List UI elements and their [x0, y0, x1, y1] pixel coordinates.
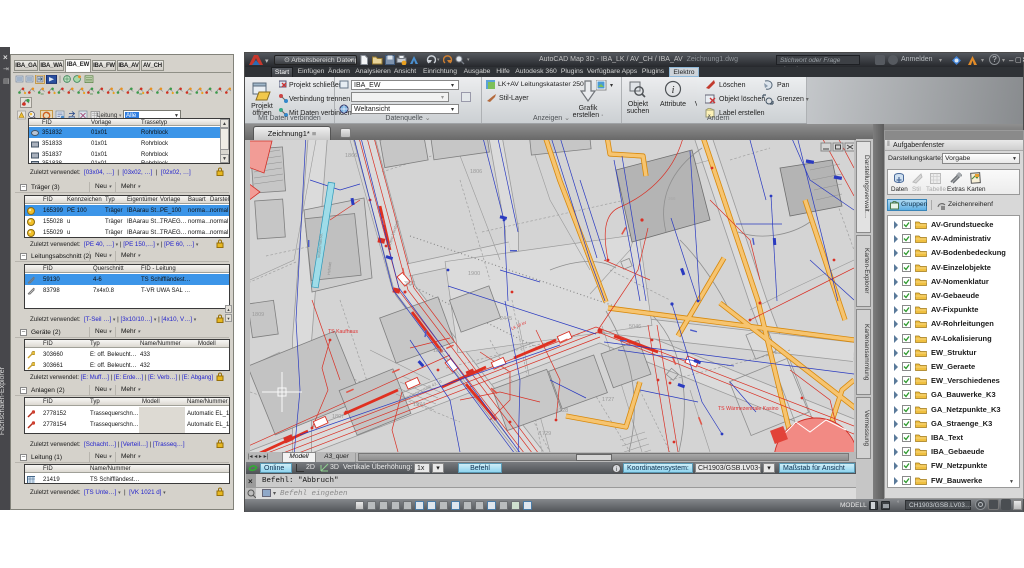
- svg-text:1806: 1806: [470, 169, 482, 175]
- svg-text:366: 366: [668, 196, 676, 201]
- svg-text:1866: 1866: [345, 153, 357, 159]
- svg-text:1729: 1729: [539, 431, 551, 437]
- svg-text:5046: 5046: [629, 324, 641, 330]
- svg-text:TS Kaufhaus: TS Kaufhaus: [328, 329, 358, 335]
- svg-text:1806: 1806: [433, 348, 445, 354]
- svg-text:1809: 1809: [252, 312, 264, 318]
- svg-text:1727: 1727: [602, 397, 614, 403]
- svg-text:1807: 1807: [332, 414, 344, 420]
- svg-text:2445: 2445: [500, 316, 512, 322]
- svg-text:i: i: [616, 467, 617, 473]
- svg-text:1974: 1974: [413, 402, 425, 408]
- svg-text:1900: 1900: [468, 271, 480, 277]
- svg-text:1728: 1728: [556, 408, 568, 414]
- svg-text:i: i: [671, 84, 674, 96]
- svg-text:TS Wärmezentrale Kasino: TS Wärmezentrale Kasino: [718, 406, 779, 412]
- svg-text:3011: 3011: [404, 281, 416, 287]
